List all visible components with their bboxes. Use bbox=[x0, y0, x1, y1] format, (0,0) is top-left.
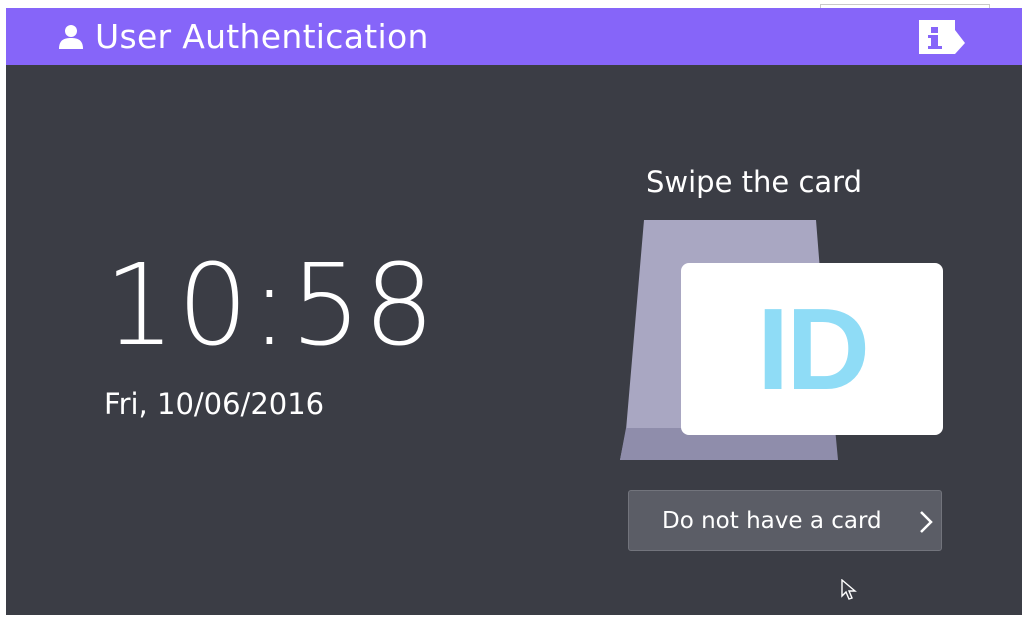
mouse-cursor-icon bbox=[841, 579, 857, 600]
user-authentication-screen: User Authentication 10:58 Fri, 10/06/201… bbox=[6, 8, 1022, 615]
info-icon[interactable] bbox=[919, 20, 965, 54]
chevron-right-icon bbox=[920, 511, 933, 533]
header-bar: User Authentication bbox=[6, 8, 1022, 65]
clock-date: Fri, 10/06/2016 bbox=[104, 387, 325, 421]
no-card-button[interactable]: Do not have a card bbox=[628, 490, 942, 551]
clock-time: 10:58 bbox=[104, 241, 437, 371]
swipe-instruction: Swipe the card bbox=[646, 165, 862, 199]
no-card-button-label: Do not have a card bbox=[662, 508, 882, 534]
id-card-icon: ID bbox=[681, 263, 943, 435]
user-icon bbox=[59, 25, 83, 49]
id-card-text: ID bbox=[757, 284, 870, 414]
page-title: User Authentication bbox=[95, 17, 429, 56]
